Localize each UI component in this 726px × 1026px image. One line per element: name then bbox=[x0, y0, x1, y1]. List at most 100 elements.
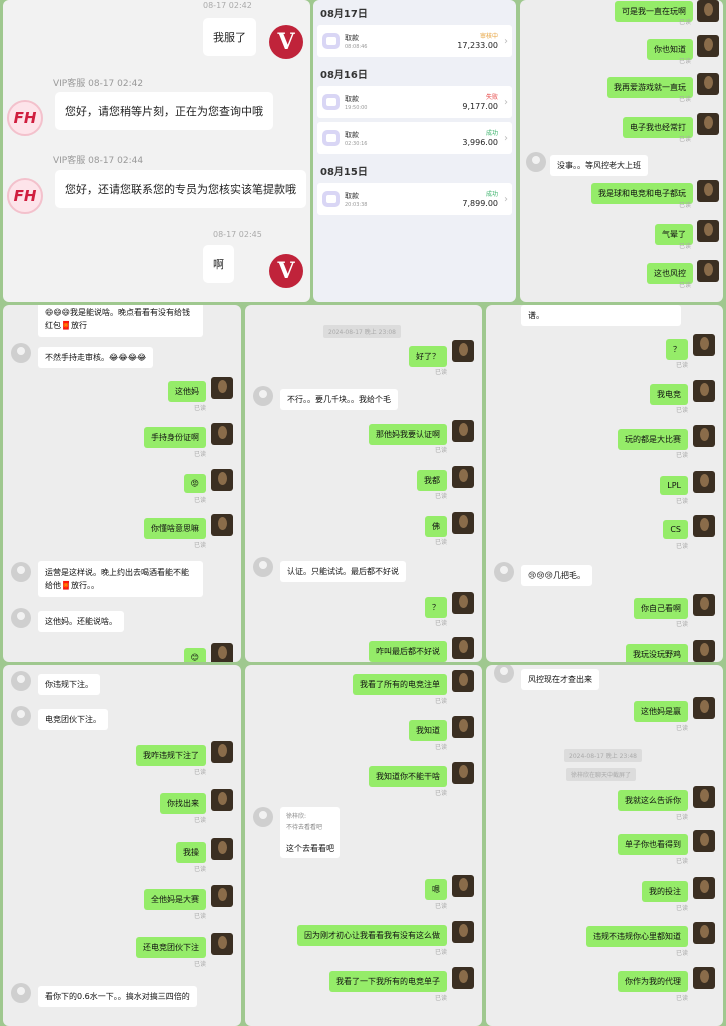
user-avatar bbox=[693, 594, 715, 616]
message-bubble: 您好，请您稍等片刻，正在为您查询中哦 bbox=[55, 92, 273, 130]
transaction-row[interactable]: 取款 02:30:16 成功 3,996.00 › bbox=[317, 122, 512, 154]
user-avatar bbox=[452, 466, 474, 488]
read-status: 已读 bbox=[675, 452, 688, 459]
contact-avatar bbox=[494, 562, 514, 582]
user-avatar bbox=[452, 340, 474, 362]
user-avatar bbox=[693, 786, 715, 808]
system-notice: 徐梓欣在聊天中截屏了 bbox=[566, 768, 637, 781]
message-bubble: 不然手持走审核。😂😂😂😂 bbox=[38, 347, 154, 368]
read-status: 已读 bbox=[434, 620, 447, 627]
message-bubble: 您好，还请您联系您的专员为您核实该笔提款哦 bbox=[55, 170, 306, 208]
message-bubble: 玩的都是大比赛 bbox=[618, 429, 688, 450]
timestamp: 08-17 02:42 bbox=[203, 1, 252, 10]
vip-logo-avatar: V bbox=[269, 254, 303, 288]
contact-avatar bbox=[11, 706, 31, 726]
contact-avatar bbox=[494, 665, 514, 683]
contact-avatar bbox=[253, 557, 273, 577]
user-avatar bbox=[452, 592, 474, 614]
message-bubble: 我操 bbox=[176, 842, 206, 863]
user-avatar bbox=[693, 697, 715, 719]
wallet-icon bbox=[322, 130, 340, 146]
message-bubble: 看你下的0.6水一下。。搞水对搞三四倍的 bbox=[38, 986, 197, 1007]
read-status: 已读 bbox=[434, 698, 447, 705]
message-bubble: 我咋违规下注了 bbox=[136, 745, 206, 766]
user-avatar bbox=[697, 220, 719, 242]
user-avatar bbox=[211, 933, 233, 955]
user-avatar bbox=[211, 885, 233, 907]
transaction-row[interactable]: 取款 19:50:00 失败 9,177.00 › bbox=[317, 86, 512, 118]
user-avatar bbox=[452, 716, 474, 738]
user-avatar bbox=[211, 789, 233, 811]
chat-panel-vip-service: 08-17 02:42 我服了 V VIP客服 08-17 02:42 FH 您… bbox=[3, 0, 310, 302]
user-avatar bbox=[693, 380, 715, 402]
chevron-right-icon: › bbox=[504, 194, 508, 205]
transaction-row[interactable]: 取款 08:08:46 审核中 17,233.00 › bbox=[317, 25, 512, 57]
read-status: 已读 bbox=[675, 725, 688, 732]
date-header: 08月16日 bbox=[320, 70, 368, 81]
read-status: 已读 bbox=[675, 407, 688, 414]
message-bubble: 运营是这样说。晚上约出去喝酒看能不能给他🧧放行。。 bbox=[38, 561, 203, 597]
timestamp: 2024-08-17 晚上 23:08 bbox=[323, 325, 401, 338]
message-bubble: 电竞团伙下注。 bbox=[38, 709, 108, 730]
read-status: 已读 bbox=[678, 19, 691, 26]
read-status: 已读 bbox=[678, 202, 691, 209]
read-status: 已读 bbox=[193, 961, 206, 968]
chat-panel-9: 风控现在才查出来 这他妈是赢 已读 2024-08-17 晚上 23:48 徐梓… bbox=[486, 665, 723, 1026]
message-bubble: 咋叫最后都不好说 bbox=[369, 641, 447, 662]
timestamp: 2024-08-17 晚上 23:48 bbox=[564, 749, 642, 762]
read-status: 已读 bbox=[193, 913, 206, 920]
read-status: 已读 bbox=[193, 866, 206, 873]
contact-avatar bbox=[11, 562, 31, 582]
message-bubble: 我知道你不能干啥 bbox=[369, 766, 447, 787]
message-bubble: LPL bbox=[660, 476, 688, 495]
quoted-message: 徐梓欣: 不待去看看吧 这个去看看吧 bbox=[280, 807, 340, 858]
read-status: 已读 bbox=[678, 136, 691, 143]
user-avatar bbox=[693, 471, 715, 493]
wallet-icon bbox=[322, 94, 340, 110]
read-status: 已读 bbox=[434, 995, 447, 1002]
message-bubble: 啊 bbox=[203, 245, 234, 283]
read-status: 已读 bbox=[675, 621, 688, 628]
user-avatar bbox=[693, 877, 715, 899]
chat-panel-6: 谱。 ？ 已读 我电竞 已读 玩的都是大比赛 已读 LPL 已读 CS 已读 😢… bbox=[486, 305, 723, 662]
message-bubble: 我是球和电竞和电子都玩 bbox=[591, 183, 693, 204]
message-bubble: 手持身份证啊 bbox=[144, 427, 206, 448]
contact-avatar bbox=[526, 152, 546, 172]
user-avatar bbox=[697, 180, 719, 202]
message-bubble: 因为刚才初心让我看看我有没有这么做 bbox=[297, 925, 447, 946]
read-status: 已读 bbox=[193, 769, 206, 776]
user-avatar bbox=[452, 921, 474, 943]
user-avatar bbox=[693, 334, 715, 356]
message-bubble: 我玩没玩野鸡 bbox=[626, 644, 688, 662]
message-bubble: 😡 bbox=[183, 474, 206, 493]
message-bubble: 还电竞团伙下注 bbox=[136, 937, 206, 958]
chat-panel-5: 2024-08-17 晚上 23:08 好了？ 已读 不行。。要几千块。。我给个… bbox=[245, 305, 482, 662]
agent-label: VIP客服 08-17 02:42 bbox=[53, 79, 144, 89]
message-bubble: 我知道 bbox=[409, 720, 447, 741]
read-status: 已读 bbox=[675, 858, 688, 865]
user-avatar bbox=[452, 967, 474, 989]
user-avatar bbox=[693, 967, 715, 989]
user-avatar bbox=[211, 643, 233, 662]
message-bubble: 单子你也看得到 bbox=[618, 834, 688, 855]
message-bubble: 我看了所有的电竞注单 bbox=[353, 674, 447, 695]
agent-label: VIP客服 08-17 02:44 bbox=[53, 156, 144, 166]
user-avatar bbox=[211, 741, 233, 763]
chat-panel-4: 😄😄😄我是能说啥。晚点看看有没有给钱红包🧧放行 不然手持走审核。😂😂😂😂 这他妈… bbox=[3, 305, 241, 662]
read-status: 已读 bbox=[434, 744, 447, 751]
message-bubble: 你找出来 bbox=[160, 793, 206, 814]
transaction-row[interactable]: 取款 20:03:38 成功 7,899.00 › bbox=[317, 183, 512, 215]
user-avatar bbox=[211, 469, 233, 491]
read-status: 已读 bbox=[434, 539, 447, 546]
contact-avatar bbox=[11, 671, 31, 691]
message-bubble: 好了？ bbox=[409, 346, 447, 367]
contact-avatar bbox=[253, 807, 273, 827]
message-bubble: 这个去看看吧 bbox=[286, 844, 334, 853]
read-status: 已读 bbox=[675, 995, 688, 1002]
read-status: 已读 bbox=[193, 542, 206, 549]
message-bubble: 我电竞 bbox=[650, 384, 688, 405]
user-avatar bbox=[452, 762, 474, 784]
chat-panel-7: 你违规下注。 电竞团伙下注。 我咋违规下注了 已读 你找出来 已读 我操 已读 … bbox=[3, 665, 241, 1026]
user-avatar bbox=[211, 514, 233, 536]
read-status: 已读 bbox=[434, 903, 447, 910]
